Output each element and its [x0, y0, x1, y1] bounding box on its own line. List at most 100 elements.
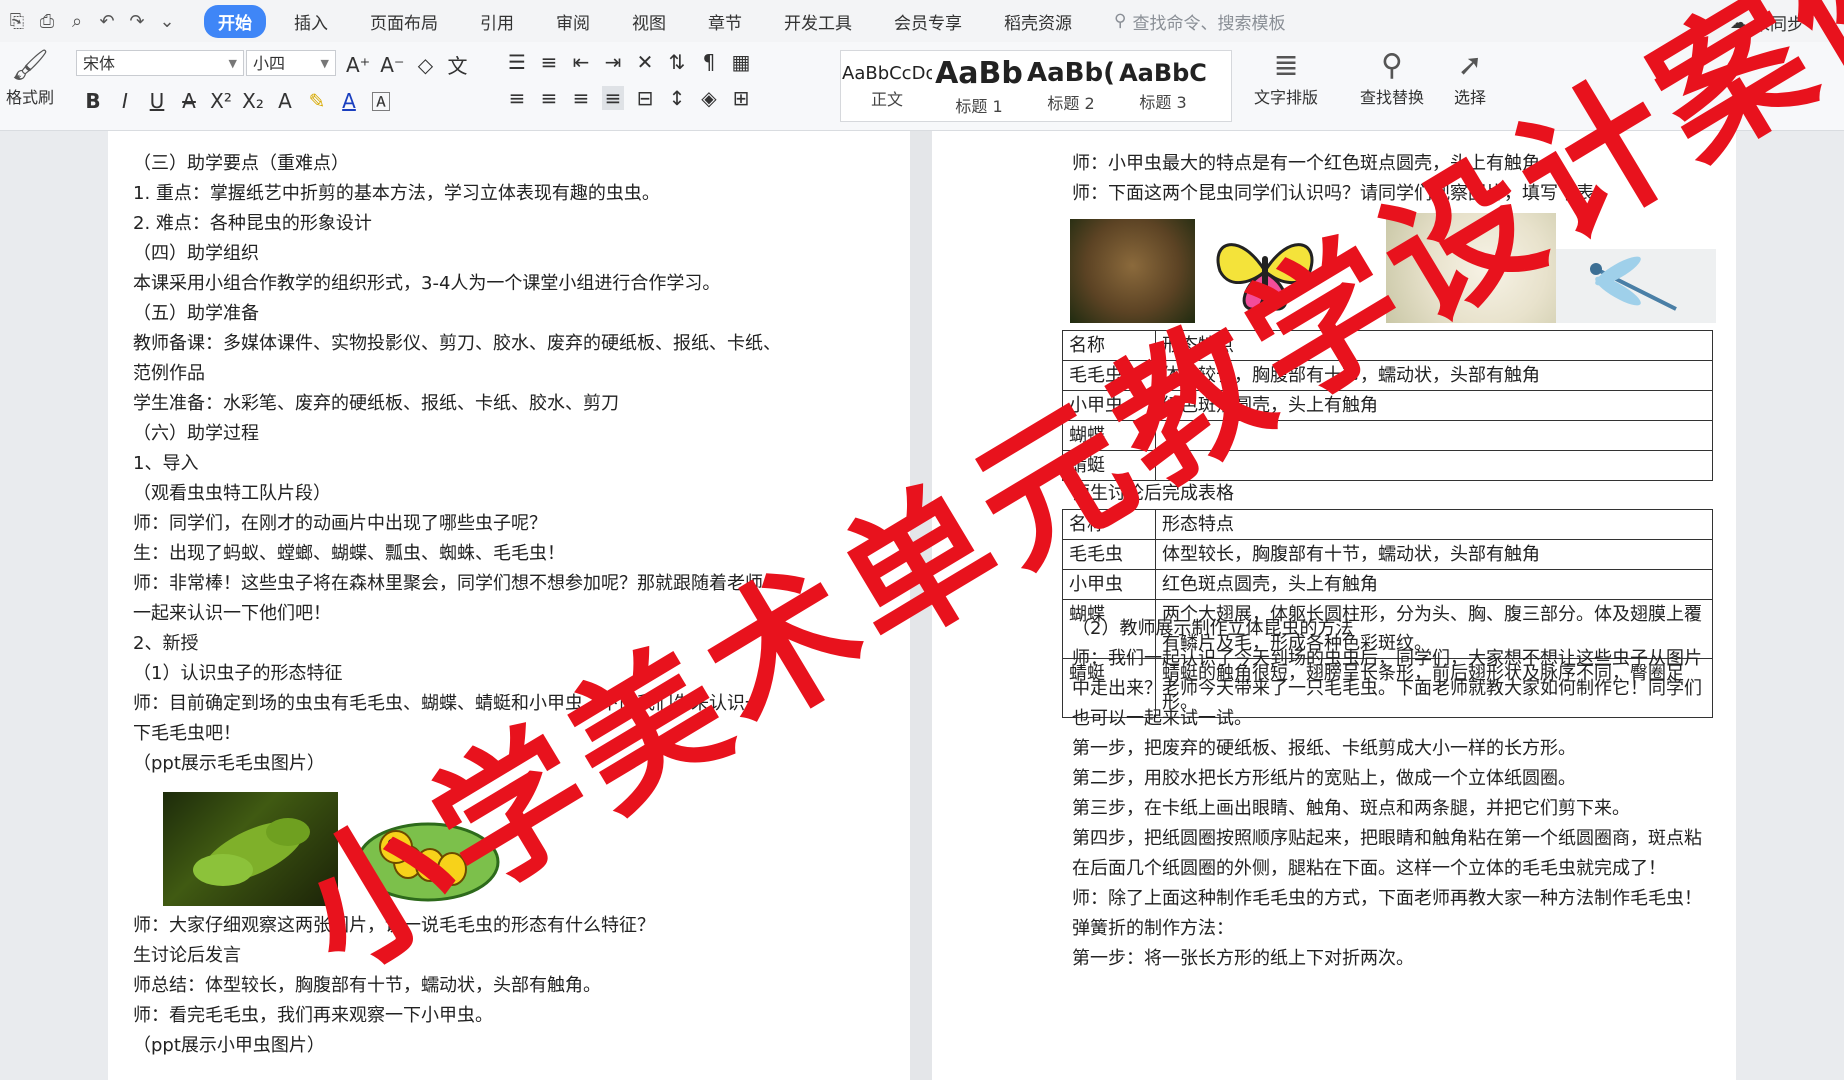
- feature-cell[interactable]: 体型较长，胸腹部有十节，蠕动状，头部有触角: [1155, 539, 1713, 570]
- tab-6[interactable]: 章节: [694, 5, 756, 38]
- find-replace-button[interactable]: ⚲ 查找替换: [1360, 48, 1424, 108]
- sort-icon[interactable]: ⇅: [666, 50, 688, 74]
- print-icon[interactable]: ⎙: [36, 10, 58, 32]
- text-line: （1）认识虫子的形态特征: [133, 663, 343, 684]
- justify-icon[interactable]: ≡: [602, 86, 624, 110]
- underline-icon[interactable]: U: [146, 89, 168, 113]
- chevron-down-icon: ▼: [320, 57, 329, 70]
- superscript-icon[interactable]: X²: [210, 89, 232, 113]
- grow-font-icon[interactable]: A⁺: [346, 53, 370, 77]
- feature-cell[interactable]: 体型较长，胸腹部有十节，蠕动状，头部有触角: [1155, 360, 1713, 391]
- tab-2[interactable]: 页面布局: [356, 5, 452, 38]
- distribute-icon[interactable]: ⊟: [634, 86, 656, 110]
- text-line: 下毛毛虫吧！: [133, 723, 241, 744]
- borders-icon[interactable]: ⊞: [730, 86, 752, 110]
- increase-indent-icon[interactable]: ⇥: [602, 50, 624, 74]
- align-left-icon[interactable]: ≡: [506, 86, 528, 110]
- name-cell[interactable]: 名称: [1062, 509, 1156, 540]
- align-right-icon[interactable]: ≡: [570, 86, 592, 110]
- strikethrough-icon[interactable]: A: [178, 89, 200, 113]
- name-cell[interactable]: 小甲虫: [1062, 390, 1156, 421]
- font-size-select[interactable]: 小四 ▼: [246, 50, 336, 76]
- select-button[interactable]: ➚ 选择: [1454, 48, 1486, 108]
- right-page-text-bottom: （2）教师展示制作立体昆虫的方法 师：我们一起认识了今天到场的虫虫后，同学们，大家…: [1072, 614, 1702, 974]
- decrease-indent-icon[interactable]: ⇤: [570, 50, 592, 74]
- sync-status[interactable]: ☁ 未同步: [1730, 10, 1804, 36]
- page-gap: [910, 131, 932, 1080]
- tab-1[interactable]: 插入: [280, 5, 342, 38]
- tab-0[interactable]: 开始: [204, 4, 266, 38]
- undo-icon[interactable]: ↶: [96, 10, 118, 32]
- name-cell[interactable]: 小甲虫: [1062, 569, 1156, 600]
- text-line: 第三步，在卡纸上画出眼睛、触角、斑点和两条腿，并把它们剪下来。: [1072, 798, 1630, 819]
- chinese-layout-icon[interactable]: ✕: [634, 50, 656, 74]
- tab-9[interactable]: 稻壳资源: [990, 5, 1086, 38]
- font-name-select[interactable]: 宋体 ▼: [76, 50, 244, 76]
- phonetic-icon[interactable]: 文: [447, 50, 469, 79]
- highlight-icon[interactable]: ✎: [306, 89, 328, 113]
- font-color-icon[interactable]: A: [338, 89, 360, 113]
- table-row: 小甲虫 红色斑点圆壳，头上有触角: [1062, 390, 1713, 421]
- moth-photo: [1070, 219, 1195, 323]
- right-margin-area: [1736, 131, 1844, 1080]
- numbered-list-icon[interactable]: ≡: [538, 50, 560, 74]
- search-placeholder: 查找命令、搜索模板: [1132, 13, 1286, 34]
- subscript-icon[interactable]: X₂: [242, 89, 264, 113]
- tab-7[interactable]: 开发工具: [770, 5, 866, 38]
- italic-icon[interactable]: I: [114, 89, 136, 113]
- document-page-left[interactable]: （三）助学要点（重难点） 1. 重点：掌握纸艺中折剪的基本方法，学习立体表现有趣的…: [108, 131, 910, 1080]
- name-cell[interactable]: 蝴蝶: [1062, 420, 1156, 451]
- tab-3[interactable]: 引用: [466, 5, 528, 38]
- text-line: 第四步，把纸圆圈按照顺序贴起来，把眼睛和触角粘在第一个纸圆圈商，斑点粘: [1072, 828, 1702, 849]
- command-search[interactable]: ⚲ 查找命令、搜索模板: [1114, 9, 1285, 34]
- name-cell[interactable]: 毛毛虫: [1062, 539, 1156, 570]
- style-sample: AaBbCcDd: [842, 62, 932, 84]
- tab-4[interactable]: 审阅: [542, 5, 604, 38]
- customize-dropdown-icon[interactable]: ⌄: [156, 10, 178, 32]
- redo-icon[interactable]: ↷: [126, 10, 148, 32]
- paragraph-mark-icon[interactable]: ¶: [698, 50, 720, 74]
- style-option-0[interactable]: AaBbCcDd 正文: [841, 51, 933, 121]
- dragonfly-image: [1556, 249, 1716, 323]
- name-cell[interactable]: 蜻蜓: [1062, 450, 1156, 481]
- text-line: 2. 难点：各种昆虫的形象设计: [133, 213, 372, 234]
- align-center-icon[interactable]: ≡: [538, 86, 560, 110]
- format-painter-button[interactable]: 🖌 格式刷: [6, 48, 54, 108]
- style-name: 标题 2: [1047, 94, 1095, 113]
- tab-5[interactable]: 视图: [618, 5, 680, 38]
- feature-cell[interactable]: 红色斑点圆壳，头上有触角: [1155, 390, 1713, 421]
- char-border-icon[interactable]: 🄰: [370, 86, 392, 115]
- name-cell[interactable]: 名称: [1062, 330, 1156, 361]
- text-layout-button[interactable]: ≣ 文字排版: [1254, 48, 1318, 108]
- feature-cell[interactable]: 红色斑点圆壳，头上有触角: [1155, 569, 1713, 600]
- text-line: （四）助学组织: [133, 243, 259, 264]
- bold-icon[interactable]: B: [82, 89, 104, 113]
- shading-icon[interactable]: ◈: [698, 86, 720, 110]
- text-line: （ppt展示小甲虫图片）: [133, 1035, 325, 1056]
- document-page-right[interactable]: 师：小甲虫最大的特点是有一个红色斑点圆壳，头上有触角。 师：下面这两个昆虫同学们认…: [932, 131, 1736, 1080]
- style-option-1[interactable]: AaBb 标题 1: [933, 51, 1025, 121]
- text-effect-icon[interactable]: A: [274, 89, 296, 113]
- text-line: 弹簧折的制作方法：: [1072, 918, 1234, 939]
- line-spacing-icon[interactable]: ↕: [666, 86, 688, 110]
- name-cell[interactable]: 毛毛虫: [1062, 360, 1156, 391]
- feature-cell[interactable]: 形态特点: [1155, 330, 1713, 361]
- text-line: 2、新授: [133, 633, 199, 654]
- feature-cell[interactable]: [1155, 420, 1713, 451]
- feature-cell[interactable]: [1155, 450, 1713, 481]
- feature-cell[interactable]: 形态特点: [1155, 509, 1713, 540]
- style-option-3[interactable]: AaBbC 标题 3: [1117, 51, 1209, 121]
- text-line: 1、导入: [133, 453, 199, 474]
- table-row: 名称 形态特点: [1062, 330, 1713, 361]
- clear-format-icon[interactable]: ◇: [415, 53, 437, 77]
- table-grid-icon[interactable]: ▦: [730, 50, 752, 74]
- print-preview-icon[interactable]: ⌕: [66, 10, 88, 32]
- bullet-list-icon[interactable]: ☰: [506, 50, 528, 74]
- style-name: 正文: [870, 89, 903, 109]
- tab-8[interactable]: 会员专享: [880, 5, 976, 38]
- shrink-font-icon[interactable]: A⁻: [380, 53, 404, 77]
- style-option-2[interactable]: AaBb(标题 2: [1025, 51, 1117, 121]
- text-line: 师：目前确定到场的虫虫有毛毛虫、蝴蝶、蜻蜓和小甲虫，下面我们先来认识一: [133, 693, 763, 714]
- save-icon[interactable]: ⎘: [6, 10, 28, 32]
- sync-label: 未同步: [1753, 15, 1804, 35]
